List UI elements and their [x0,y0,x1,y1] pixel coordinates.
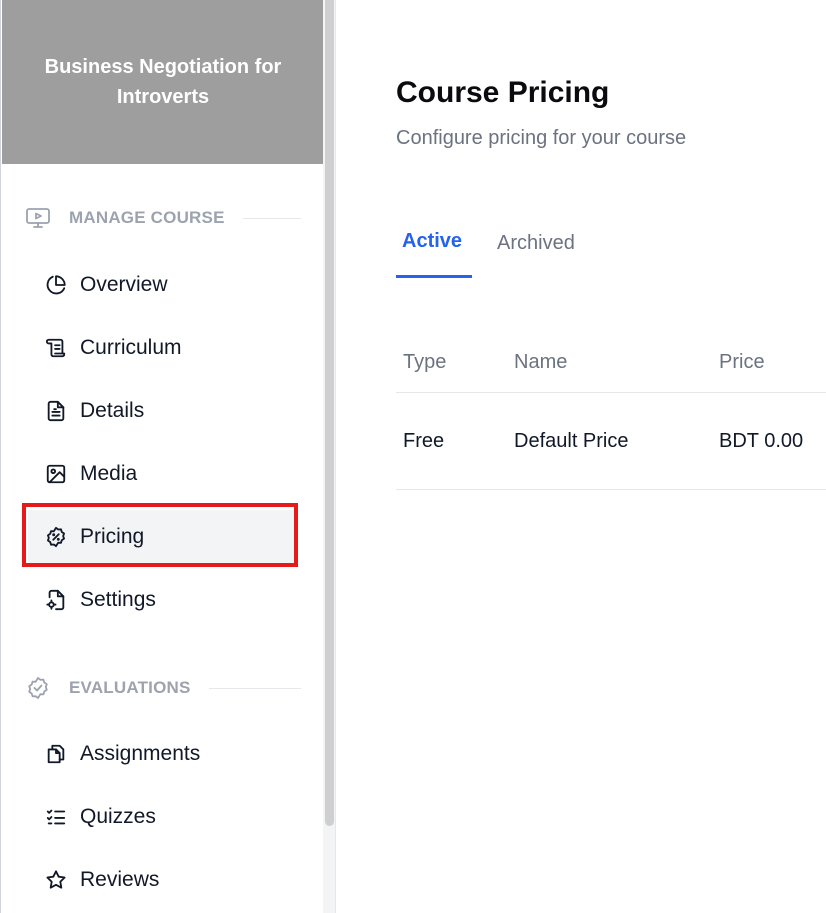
monitor-play-icon [25,206,51,230]
sidebar-item-media[interactable]: Media [28,447,294,501]
sidebar-item-label: Quizzes [80,805,156,828]
table-row[interactable]: Free Default Price BDT 0.00 [396,393,826,490]
sidebar-item-label: Overview [80,273,168,296]
copy-file-icon [44,742,68,766]
tab-active[interactable]: Active [396,222,472,278]
tab-archived[interactable]: Archived [497,222,597,278]
course-title: Business Negotiation for Introverts [44,56,282,108]
sidebar-item-settings[interactable]: Settings [28,573,294,627]
sidebar-item-label: Reviews [80,868,160,891]
sidebar-item-label: Details [80,399,145,422]
cell-type: Free [403,429,445,452]
sidebar-item-assignments[interactable]: Assignments [28,727,294,781]
cell-price: BDT 0.00 [719,429,804,452]
sidebar-item-overview[interactable]: Overview [28,258,294,312]
checklist-icon [44,805,68,829]
main-content: Course Pricing Configure pricing for you… [336,0,826,913]
column-header-name: Name [514,350,568,373]
sidebar-item-details[interactable]: Details [28,384,294,438]
sidebar: Business Negotiation for Introverts MANA… [0,0,324,913]
sidebar-item-label: Assignments [80,742,201,765]
section-divider [242,217,301,219]
cell-name: Default Price [514,429,629,452]
discount-badge-icon [44,525,68,549]
sidebar-item-label: Curriculum [80,336,182,359]
sidebar-item-pricing[interactable]: Pricing [28,510,294,564]
sidebar-item-label: Pricing [80,525,145,548]
page-title: Course Pricing [396,76,610,109]
sidebar-item-label: Settings [80,588,156,611]
pie-chart-icon [44,273,68,297]
page-subtitle: Configure pricing for your course [396,127,687,149]
sidebar-item-quizzes[interactable]: Quizzes [28,790,294,844]
pricing-table: Type Name Price Free Default Price BDT 0… [396,332,826,490]
scrollbar-thumb[interactable] [325,0,334,826]
sidebar-item-label: Media [80,462,138,485]
section-header-evaluations: EVALUATIONS [25,676,301,700]
column-header-type: Type [403,350,447,373]
file-settings-icon [44,588,68,612]
image-icon [44,462,68,486]
star-icon [44,868,68,892]
sidebar-item-reviews[interactable]: Reviews [28,853,294,907]
scroll-icon [44,336,68,360]
check-badge-icon [25,676,51,700]
table-header-row: Type Name Price [396,332,826,393]
course-header: Business Negotiation for Introverts [2,0,324,164]
section-header-manage-course: MANAGE COURSE [25,206,301,230]
section-label: MANAGE COURSE [69,208,225,227]
sidebar-scrollbar[interactable] [323,0,336,913]
section-label: EVALUATIONS [69,678,191,697]
sidebar-item-curriculum[interactable]: Curriculum [28,321,294,375]
file-details-icon [44,399,68,423]
section-divider [208,687,301,689]
column-header-price: Price [719,350,765,373]
